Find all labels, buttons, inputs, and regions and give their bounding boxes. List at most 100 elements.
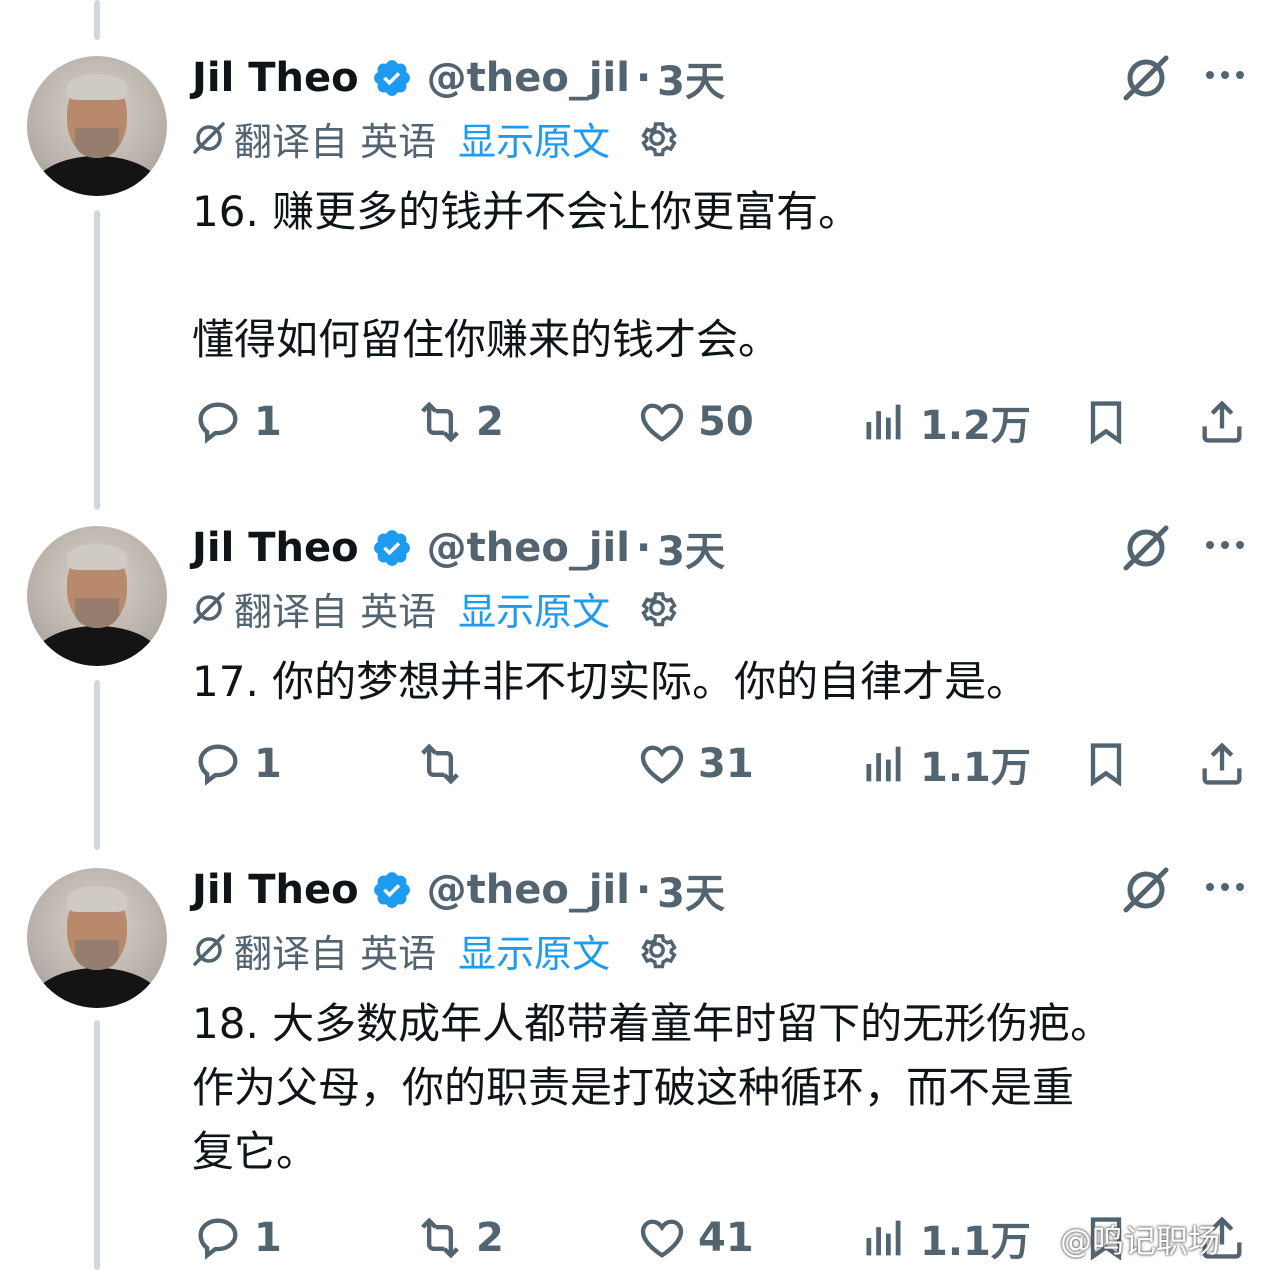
author-handle[interactable]: @theo_jil: [427, 867, 630, 913]
timestamp[interactable]: 3天: [657, 519, 725, 577]
tweet-text: 16. 赚更多的钱并不会让你更富有。 懂得如何留住你赚来的钱才会。: [192, 180, 860, 372]
action-bar: 1 2 50 1.2万: [0, 392, 1280, 452]
tweet-text: 18. 大多数成年人都带着童年时留下的无形伤疤。 作为父母，你的职责是打破这种循…: [192, 992, 1112, 1184]
grok-icon[interactable]: [1120, 866, 1172, 914]
watermark: @鸣记职场: [1060, 1222, 1221, 1260]
share-icon: [1202, 742, 1242, 785]
translate-icon: [193, 592, 225, 624]
tweet[interactable]: Jil Theo @theo_jil · 3天 翻译自 英语 显示原文 16. …: [0, 50, 1280, 470]
verified-badge-icon: [373, 530, 410, 566]
tweet[interactable]: Jil Theo @theo_jil · 3天 翻译自 英语 显示原文 18. …: [0, 862, 1280, 1270]
show-original-link[interactable]: 显示原文: [458, 923, 610, 978]
author-name[interactable]: Jil Theo: [192, 525, 359, 571]
bookmark-button[interactable]: [1080, 734, 1132, 794]
retweet-button[interactable]: [414, 734, 476, 794]
view-count: 1.1万: [920, 1219, 1031, 1265]
timestamp[interactable]: 3天: [657, 861, 725, 919]
thread-line: [94, 0, 100, 40]
tweet-text-line: 17. 你的梦想并非不切实际。你的自律才是。: [192, 657, 1029, 706]
views-button[interactable]: 1.1万: [858, 1208, 1031, 1268]
retweet-icon: [421, 1217, 459, 1259]
tweet-text-line: [192, 244, 860, 308]
retweet-count: 2: [476, 399, 504, 445]
tweet-text-line: 18. 大多数成年人都带着童年时留下的无形伤疤。: [192, 999, 1113, 1048]
translated-from-label: 翻译自 英语: [234, 119, 437, 164]
gear-icon[interactable]: [636, 117, 678, 159]
analytics-icon: [866, 746, 901, 782]
share-icon: [1202, 400, 1242, 443]
tweet-text: 17. 你的梦想并非不切实际。你的自律才是。: [192, 650, 1028, 714]
avatar[interactable]: [27, 868, 167, 1008]
tweet-header: Jil Theo @theo_jil · 3天: [192, 50, 725, 106]
retweet-icon: [421, 743, 459, 785]
author-name[interactable]: Jil Theo: [192, 55, 359, 101]
heart-icon: [640, 1219, 684, 1258]
avatar[interactable]: [27, 56, 167, 196]
view-count: 1.1万: [920, 745, 1031, 791]
reply-icon: [198, 1218, 238, 1260]
tweet[interactable]: Jil Theo @theo_jil · 3天 翻译自 英语 显示原文 17. …: [0, 520, 1280, 820]
retweet-icon: [421, 401, 459, 443]
bookmark-icon: [1090, 743, 1122, 787]
tweet-header: Jil Theo @theo_jil · 3天: [192, 520, 725, 576]
translate-icon: [193, 122, 225, 154]
more-options-icon[interactable]: [1200, 872, 1250, 902]
analytics-icon: [866, 1220, 901, 1256]
separator-dot: ·: [635, 525, 652, 571]
reply-button[interactable]: 1: [192, 392, 282, 452]
retweet-count: 2: [476, 1215, 504, 1261]
share-button[interactable]: [1196, 392, 1248, 452]
translate-icon: [193, 934, 225, 966]
heart-icon: [640, 745, 684, 784]
like-count: 41: [698, 1215, 754, 1261]
like-count: 31: [698, 741, 754, 787]
translated-from-label: 翻译自 英语: [234, 589, 437, 634]
avatar[interactable]: [27, 526, 167, 666]
analytics-icon: [866, 404, 901, 440]
retweet-button[interactable]: 2: [414, 392, 504, 452]
tweet-text-line: 作为父母，你的职责是打破这种循环，而不是重: [192, 1063, 1075, 1112]
reply-count: 1: [254, 741, 282, 787]
gear-icon[interactable]: [636, 587, 678, 629]
timestamp[interactable]: 3天: [657, 49, 725, 107]
show-original-link[interactable]: 显示原文: [458, 581, 610, 636]
author-handle[interactable]: @theo_jil: [427, 55, 630, 101]
verified-badge-icon: [373, 872, 410, 908]
author-handle[interactable]: @theo_jil: [427, 525, 630, 571]
tweet-text-line: 复它。: [192, 1127, 319, 1176]
translated-from-label: 翻译自 英语: [234, 931, 437, 976]
grok-icon[interactable]: [1120, 54, 1172, 102]
like-button[interactable]: 50: [636, 392, 754, 452]
translation-bar: 翻译自 英语 显示原文: [192, 926, 678, 976]
more-options-icon[interactable]: [1200, 530, 1250, 560]
tweet-text-line: 懂得如何留住你赚来的钱才会。: [192, 315, 781, 364]
translation-bar: 翻译自 英语 显示原文: [192, 114, 678, 164]
author-name[interactable]: Jil Theo: [192, 867, 359, 913]
reply-count: 1: [254, 399, 282, 445]
view-count: 1.2万: [920, 403, 1031, 449]
reply-button[interactable]: 1: [192, 1208, 282, 1268]
separator-dot: ·: [635, 867, 652, 913]
show-original-link[interactable]: 显示原文: [458, 111, 610, 166]
like-count: 50: [698, 399, 754, 445]
share-button[interactable]: [1196, 734, 1248, 794]
reply-icon: [198, 744, 238, 786]
tweet-text-line: 16. 赚更多的钱并不会让你更富有。: [192, 187, 861, 236]
action-bar: 1 31 1.1万: [0, 734, 1280, 794]
views-button[interactable]: 1.2万: [858, 392, 1031, 452]
like-button[interactable]: 41: [636, 1208, 754, 1268]
bookmark-button[interactable]: [1080, 392, 1132, 452]
reply-count: 1: [254, 1215, 282, 1261]
separator-dot: ·: [635, 55, 652, 101]
heart-icon: [640, 403, 684, 442]
gear-icon[interactable]: [636, 929, 678, 971]
more-options-icon[interactable]: [1200, 60, 1250, 90]
like-button[interactable]: 31: [636, 734, 754, 794]
grok-icon[interactable]: [1120, 524, 1172, 572]
reply-icon: [198, 402, 238, 444]
reply-button[interactable]: 1: [192, 734, 282, 794]
retweet-button[interactable]: 2: [414, 1208, 504, 1268]
views-button[interactable]: 1.1万: [858, 734, 1031, 794]
verified-badge-icon: [373, 60, 410, 96]
tweet-header: Jil Theo @theo_jil · 3天: [192, 862, 725, 918]
